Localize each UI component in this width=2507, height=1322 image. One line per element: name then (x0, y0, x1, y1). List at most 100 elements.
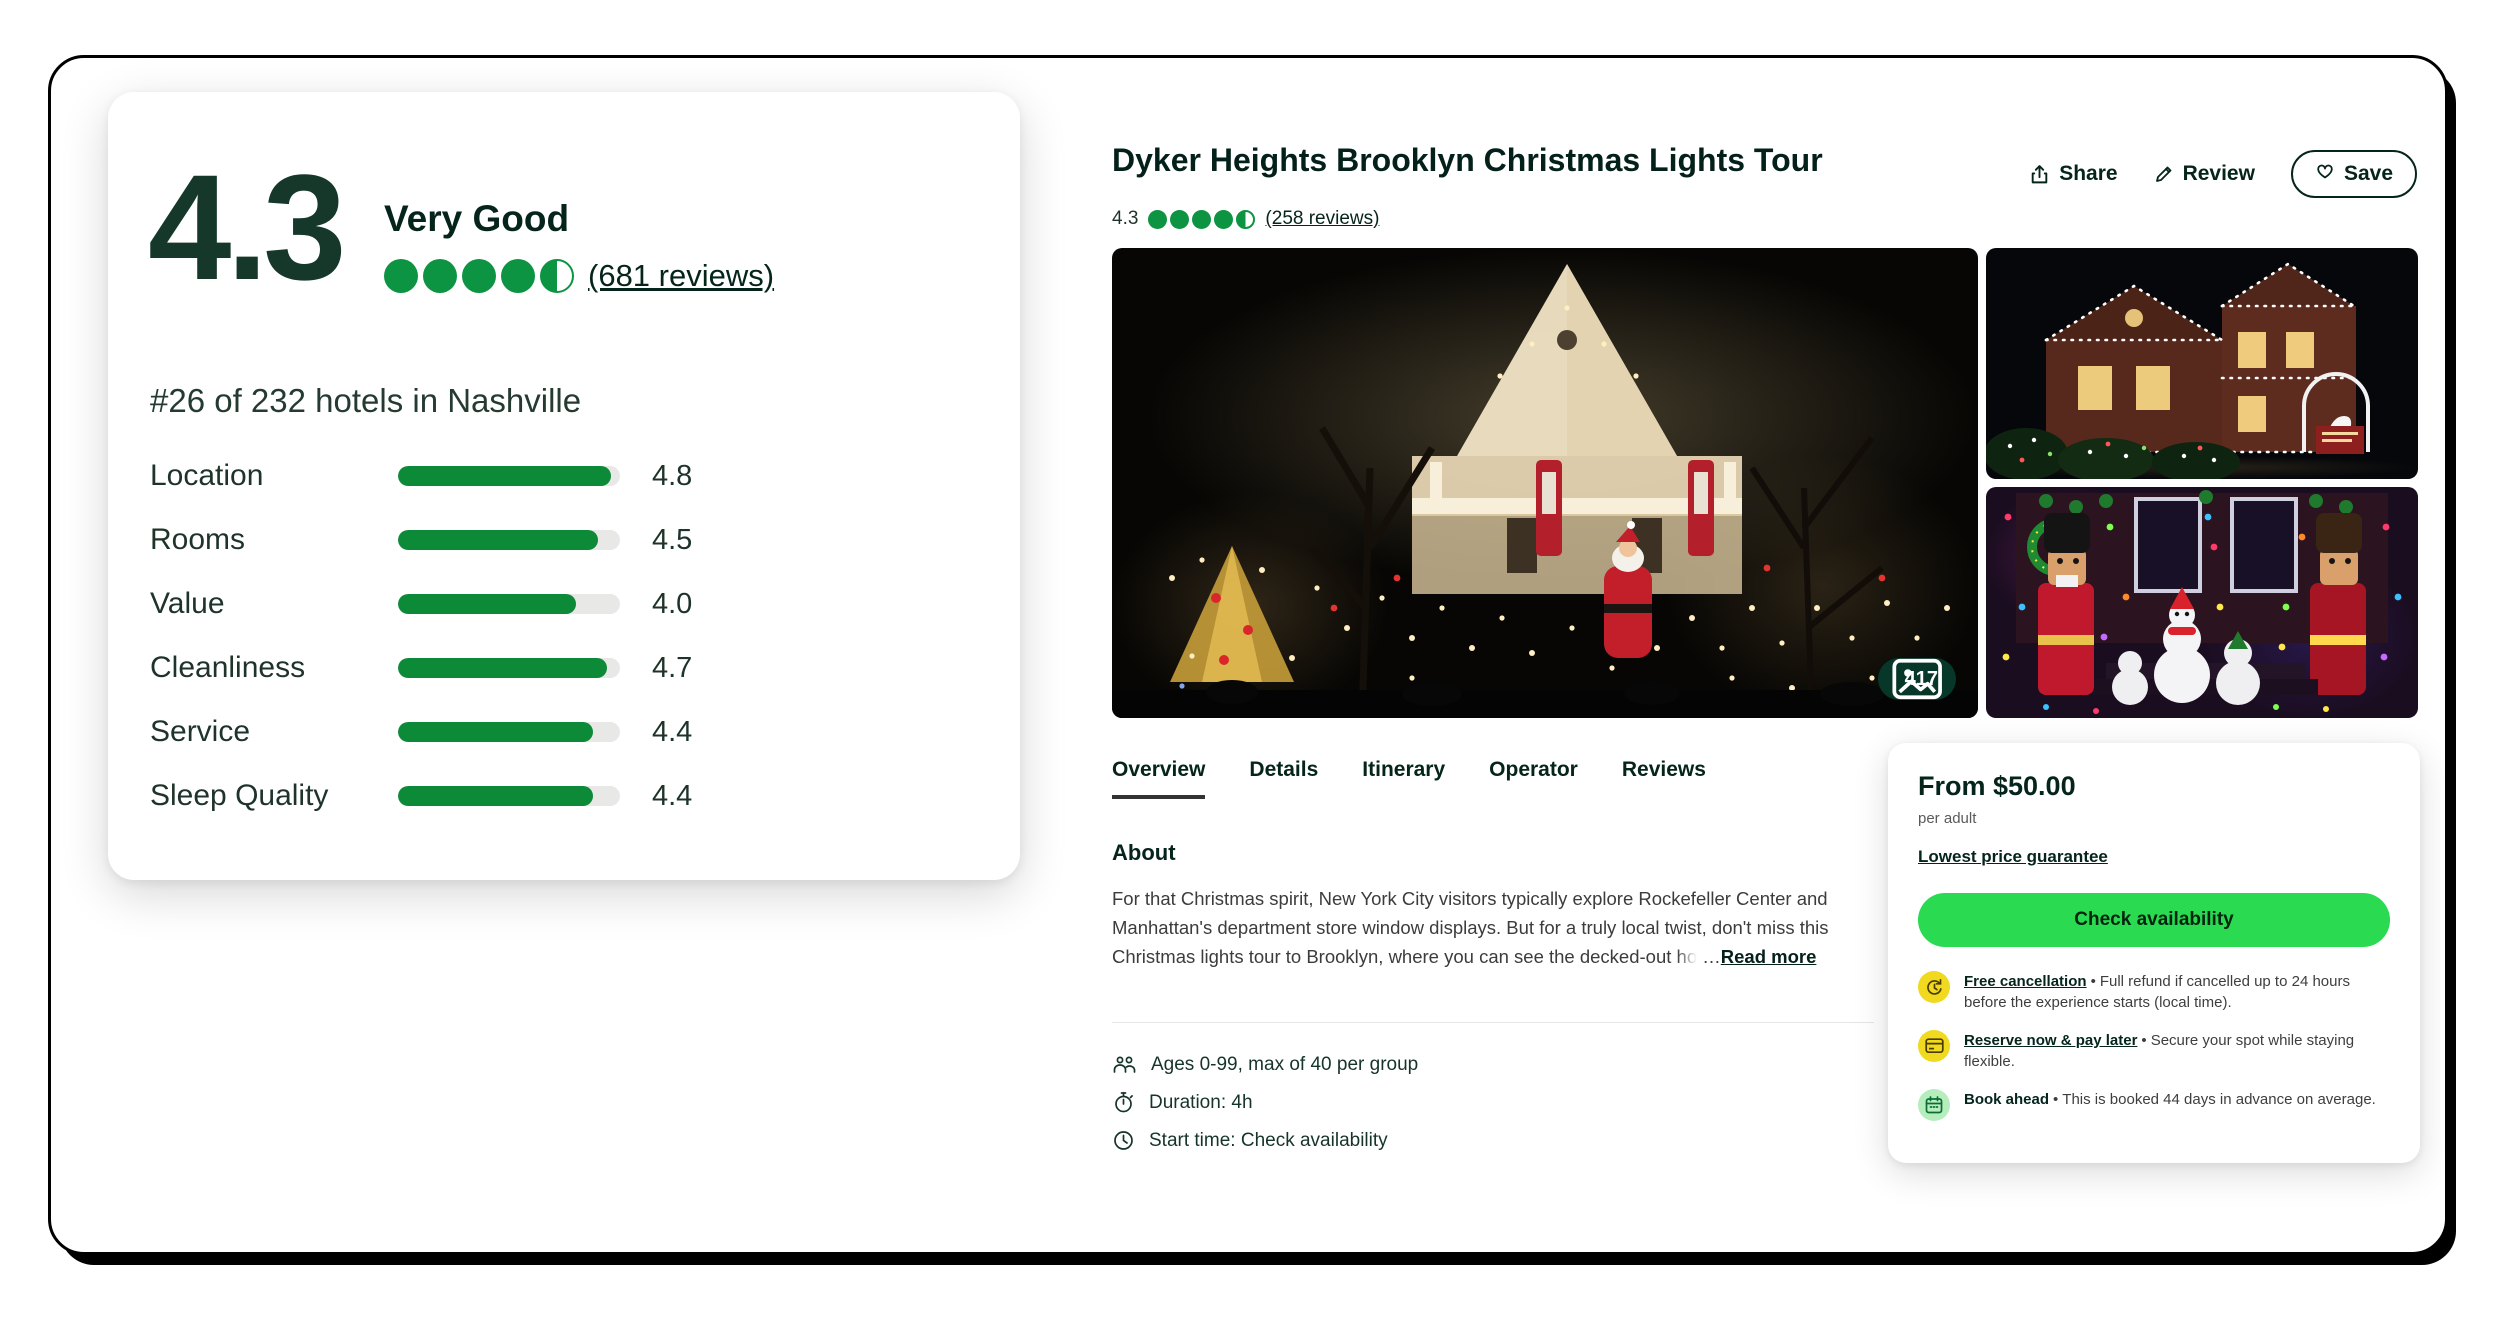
tour-rating-value: 4.3 (1112, 208, 1138, 230)
share-label: Share (2059, 162, 2117, 186)
bubble-icon (1214, 210, 1233, 229)
save-button[interactable]: Save (2291, 150, 2417, 198)
category-row: Location 4.8 (150, 444, 980, 508)
review-summary-card: 4.3 Very Good (681 reviews) #26 of 232 h… (108, 92, 1020, 880)
refund-clock-icon (1918, 971, 1950, 1003)
photo-count-badge[interactable]: 417 (1878, 658, 1956, 700)
category-label: Sleep Quality (150, 779, 398, 813)
tab-details[interactable]: Details (1249, 758, 1318, 799)
about-line: Manhattan's department store window disp… (1112, 913, 1829, 942)
booking-card: From $50.00 per adult Lowest price guara… (1888, 743, 2420, 1163)
pencil-icon (2154, 164, 2174, 184)
bubble-icon (423, 259, 457, 293)
share-icon (2029, 164, 2050, 185)
rating-bar-track (398, 466, 620, 486)
book-ahead-title: Book ahead (1964, 1091, 2049, 1108)
tab-bar: Overview Details Itinerary Operator Revi… (1112, 758, 1706, 799)
category-row: Sleep Quality 4.4 (150, 764, 980, 828)
bubble-icon (462, 259, 496, 293)
rating-bar-fill (398, 466, 611, 486)
reserve-now-link[interactable]: Reserve now & pay later (1964, 1032, 2137, 1049)
rating-bar-fill (398, 530, 598, 550)
rating-bubbles (384, 259, 574, 293)
tab-overview[interactable]: Overview (1112, 758, 1205, 799)
credit-card-icon (1918, 1030, 1950, 1062)
category-value: 4.4 (652, 780, 692, 813)
tour-rating-row: 4.3 (258 reviews) (1112, 208, 1379, 230)
gallery-photo-main[interactable]: 417 (1112, 248, 1978, 718)
tab-reviews[interactable]: Reviews (1622, 758, 1706, 799)
tour-info-rows: Ages 0-99, max of 40 per group Duration:… (1112, 1054, 1418, 1152)
price-from: From $50.00 (1918, 771, 2390, 802)
category-label: Rooms (150, 523, 398, 557)
ages-info-row: Ages 0-99, max of 40 per group (1112, 1054, 1418, 1076)
category-row: Value 4.0 (150, 572, 980, 636)
rating-bar-track (398, 722, 620, 742)
header-actions: Share Review Save (2029, 150, 2417, 198)
reviews-count-link[interactable]: (681 reviews) (588, 258, 774, 294)
save-label: Save (2344, 162, 2393, 186)
tab-itinerary[interactable]: Itinerary (1362, 758, 1445, 799)
review-label: Review (2183, 162, 2255, 186)
category-value: 4.0 (652, 588, 692, 621)
calendar-icon (1918, 1089, 1950, 1121)
bubble-icon (1148, 210, 1167, 229)
category-row: Rooms 4.5 (150, 508, 980, 572)
rating-bar-fill (398, 722, 593, 742)
overall-rating-score: 4.3 (148, 152, 342, 302)
category-value: 4.4 (652, 716, 692, 749)
free-cancellation-link[interactable]: Free cancellation (1964, 973, 2087, 990)
info-text: Ages 0-99, max of 40 per group (1151, 1054, 1418, 1076)
gallery-photo-top-right[interactable] (1986, 248, 2418, 479)
tour-reviews-link[interactable]: (258 reviews) (1265, 208, 1379, 230)
read-more-link[interactable]: Read more (1721, 946, 1817, 967)
free-cancellation-perk: Free cancellation•Full refund if cancell… (1918, 971, 2390, 1013)
about-paragraph: For that Christmas spirit, New York City… (1112, 884, 1829, 971)
about-line: Christmas lights tour to Brooklyn, where… (1112, 942, 1829, 971)
category-row: Cleanliness 4.7 (150, 636, 980, 700)
lowest-price-guarantee-link[interactable]: Lowest price guarantee (1918, 847, 2108, 867)
category-label: Cleanliness (150, 651, 398, 685)
half-bubble-icon (1236, 210, 1255, 229)
info-text: Duration: 4h (1149, 1092, 1253, 1114)
photo-gallery: 417 (1112, 248, 2418, 718)
category-label: Value (150, 587, 398, 621)
info-text: Start time: Check availability (1149, 1130, 1388, 1152)
category-row: Service 4.4 (150, 700, 980, 764)
about-line: For that Christmas spirit, New York City… (1112, 884, 1829, 913)
start-time-info-row: Start time: Check availability (1112, 1129, 1418, 1152)
perk-description: This is booked 44 days in advance on ave… (2062, 1091, 2376, 1108)
gallery-photo-bottom-right[interactable] (1986, 487, 2418, 718)
app-window: 4.3 Very Good (681 reviews) #26 of 232 h… (48, 55, 2448, 1255)
truncated-text: ho (1677, 946, 1698, 967)
price-per: per adult (1918, 810, 2390, 827)
heart-icon (2315, 161, 2335, 187)
duration-info-row: Duration: 4h (1112, 1091, 1418, 1114)
people-icon (1112, 1054, 1137, 1076)
rating-bar-track (398, 594, 620, 614)
category-value: 4.7 (652, 652, 692, 685)
rating-bar-track (398, 658, 620, 678)
page-title: Dyker Heights Brooklyn Christmas Lights … (1112, 142, 1823, 179)
section-divider (1112, 1022, 1874, 1023)
bubble-icon (384, 259, 418, 293)
category-value: 4.5 (652, 524, 692, 557)
rating-label: Very Good (384, 198, 774, 240)
rating-bar-track (398, 530, 620, 550)
half-bubble-icon (540, 259, 574, 293)
share-button[interactable]: Share (2029, 162, 2117, 186)
rating-bar-track (398, 786, 620, 806)
stopwatch-icon (1112, 1091, 1135, 1114)
hotel-ranking: #26 of 232 hotels in Nashville (150, 382, 581, 420)
rating-bar-fill (398, 658, 607, 678)
tab-operator[interactable]: Operator (1489, 758, 1578, 799)
category-label: Location (150, 459, 398, 493)
reserve-now-perk: Reserve now & pay later•Secure your spot… (1918, 1030, 2390, 1072)
book-ahead-perk: Book ahead•This is booked 44 days in adv… (1918, 1089, 2390, 1121)
category-value: 4.8 (652, 460, 692, 493)
category-label: Service (150, 715, 398, 749)
rating-bar-fill (398, 594, 576, 614)
about-heading: About (1112, 840, 1176, 866)
review-button[interactable]: Review (2154, 162, 2255, 186)
check-availability-button[interactable]: Check availability (1918, 893, 2390, 947)
